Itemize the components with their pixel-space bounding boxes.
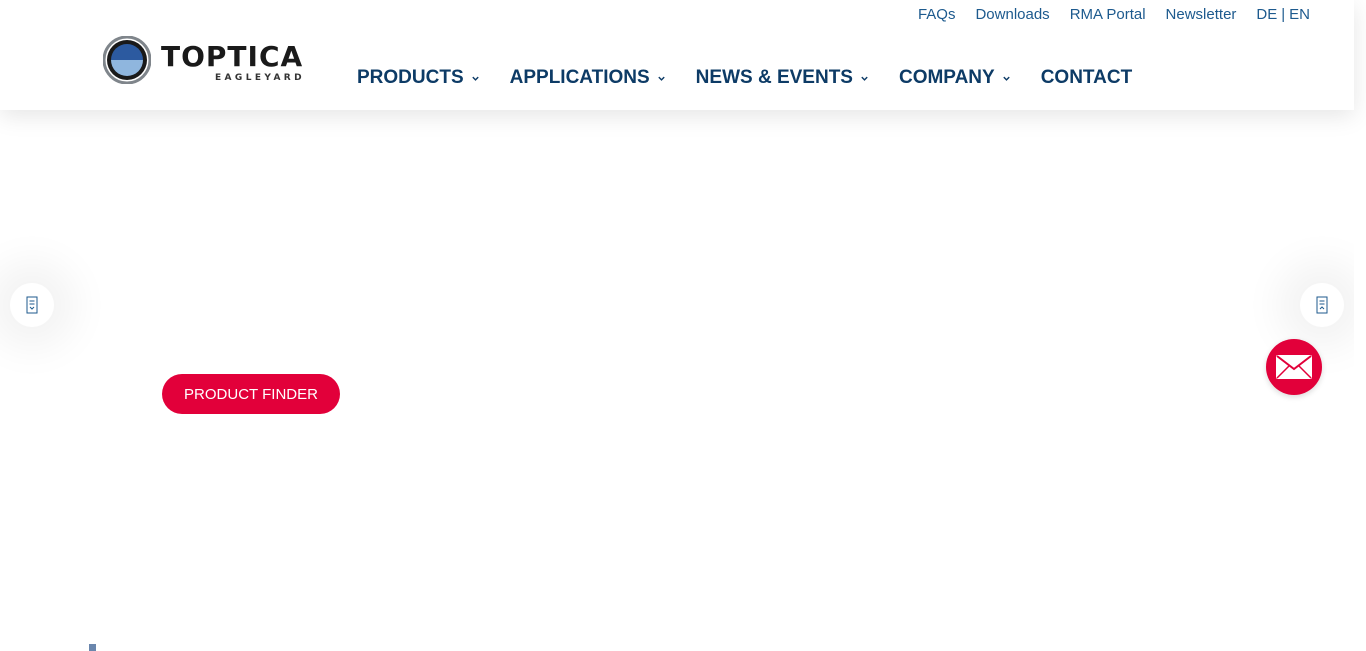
contact-mail-button[interactable] [1266,339,1322,395]
nav-company-label: COMPANY [898,67,995,88]
toptica-logo[interactable]: TOPTICA EAGLEYARD [103,36,308,84]
lang-de-link[interactable]: DE [1256,6,1277,23]
slider-prev-icon [26,296,38,314]
nav-products-label: PRODUCTS [357,67,464,88]
utility-nav: FAQs Downloads RMA Portal Newsletter DE |… [918,6,1310,23]
product-finder-button[interactable]: PRODUCT FINDER [162,374,340,414]
logo-subtitle: EAGLEYARD [215,73,306,83]
rma-portal-link[interactable]: RMA Portal [1070,6,1146,23]
slider-next-icon [1316,296,1328,314]
nav-applications[interactable]: APPLICATIONS [510,67,696,89]
lang-separator: | [1281,6,1286,23]
logo-mark-icon [103,36,151,84]
nav-products[interactable]: PRODUCTS [357,67,510,89]
language-switcher: DE | EN [1256,6,1310,23]
mail-icon [1276,355,1312,379]
slider-next-button[interactable] [1300,283,1344,327]
faqs-link[interactable]: FAQs [918,6,956,23]
chevron-down-icon [471,76,479,81]
chevron-down-icon [861,76,868,81]
nav-contact-label: CONTACT [1040,67,1133,88]
newsletter-link[interactable]: Newsletter [1166,6,1237,23]
scrollbar[interactable] [1354,0,1366,651]
slider-prev-button[interactable] [10,283,54,327]
nav-company[interactable]: COMPANY [899,67,1041,89]
main-nav: PRODUCTS APPLICATIONS NEWS & EVENTS COMP… [357,67,1132,89]
logo-wordmark: TOPTICA [161,40,304,73]
nav-applications-label: APPLICATIONS [509,67,650,88]
slide-indicator[interactable] [89,644,96,651]
lang-en-link[interactable]: EN [1289,6,1310,23]
chevron-down-icon [657,76,665,81]
chevron-down-icon [1002,76,1010,81]
downloads-link[interactable]: Downloads [975,6,1049,23]
nav-news-events-label: NEWS & EVENTS [695,67,853,88]
nav-contact[interactable]: CONTACT [1041,67,1132,89]
nav-news-events[interactable]: NEWS & EVENTS [696,67,899,89]
site-header: FAQs Downloads RMA Portal Newsletter DE |… [0,0,1354,110]
